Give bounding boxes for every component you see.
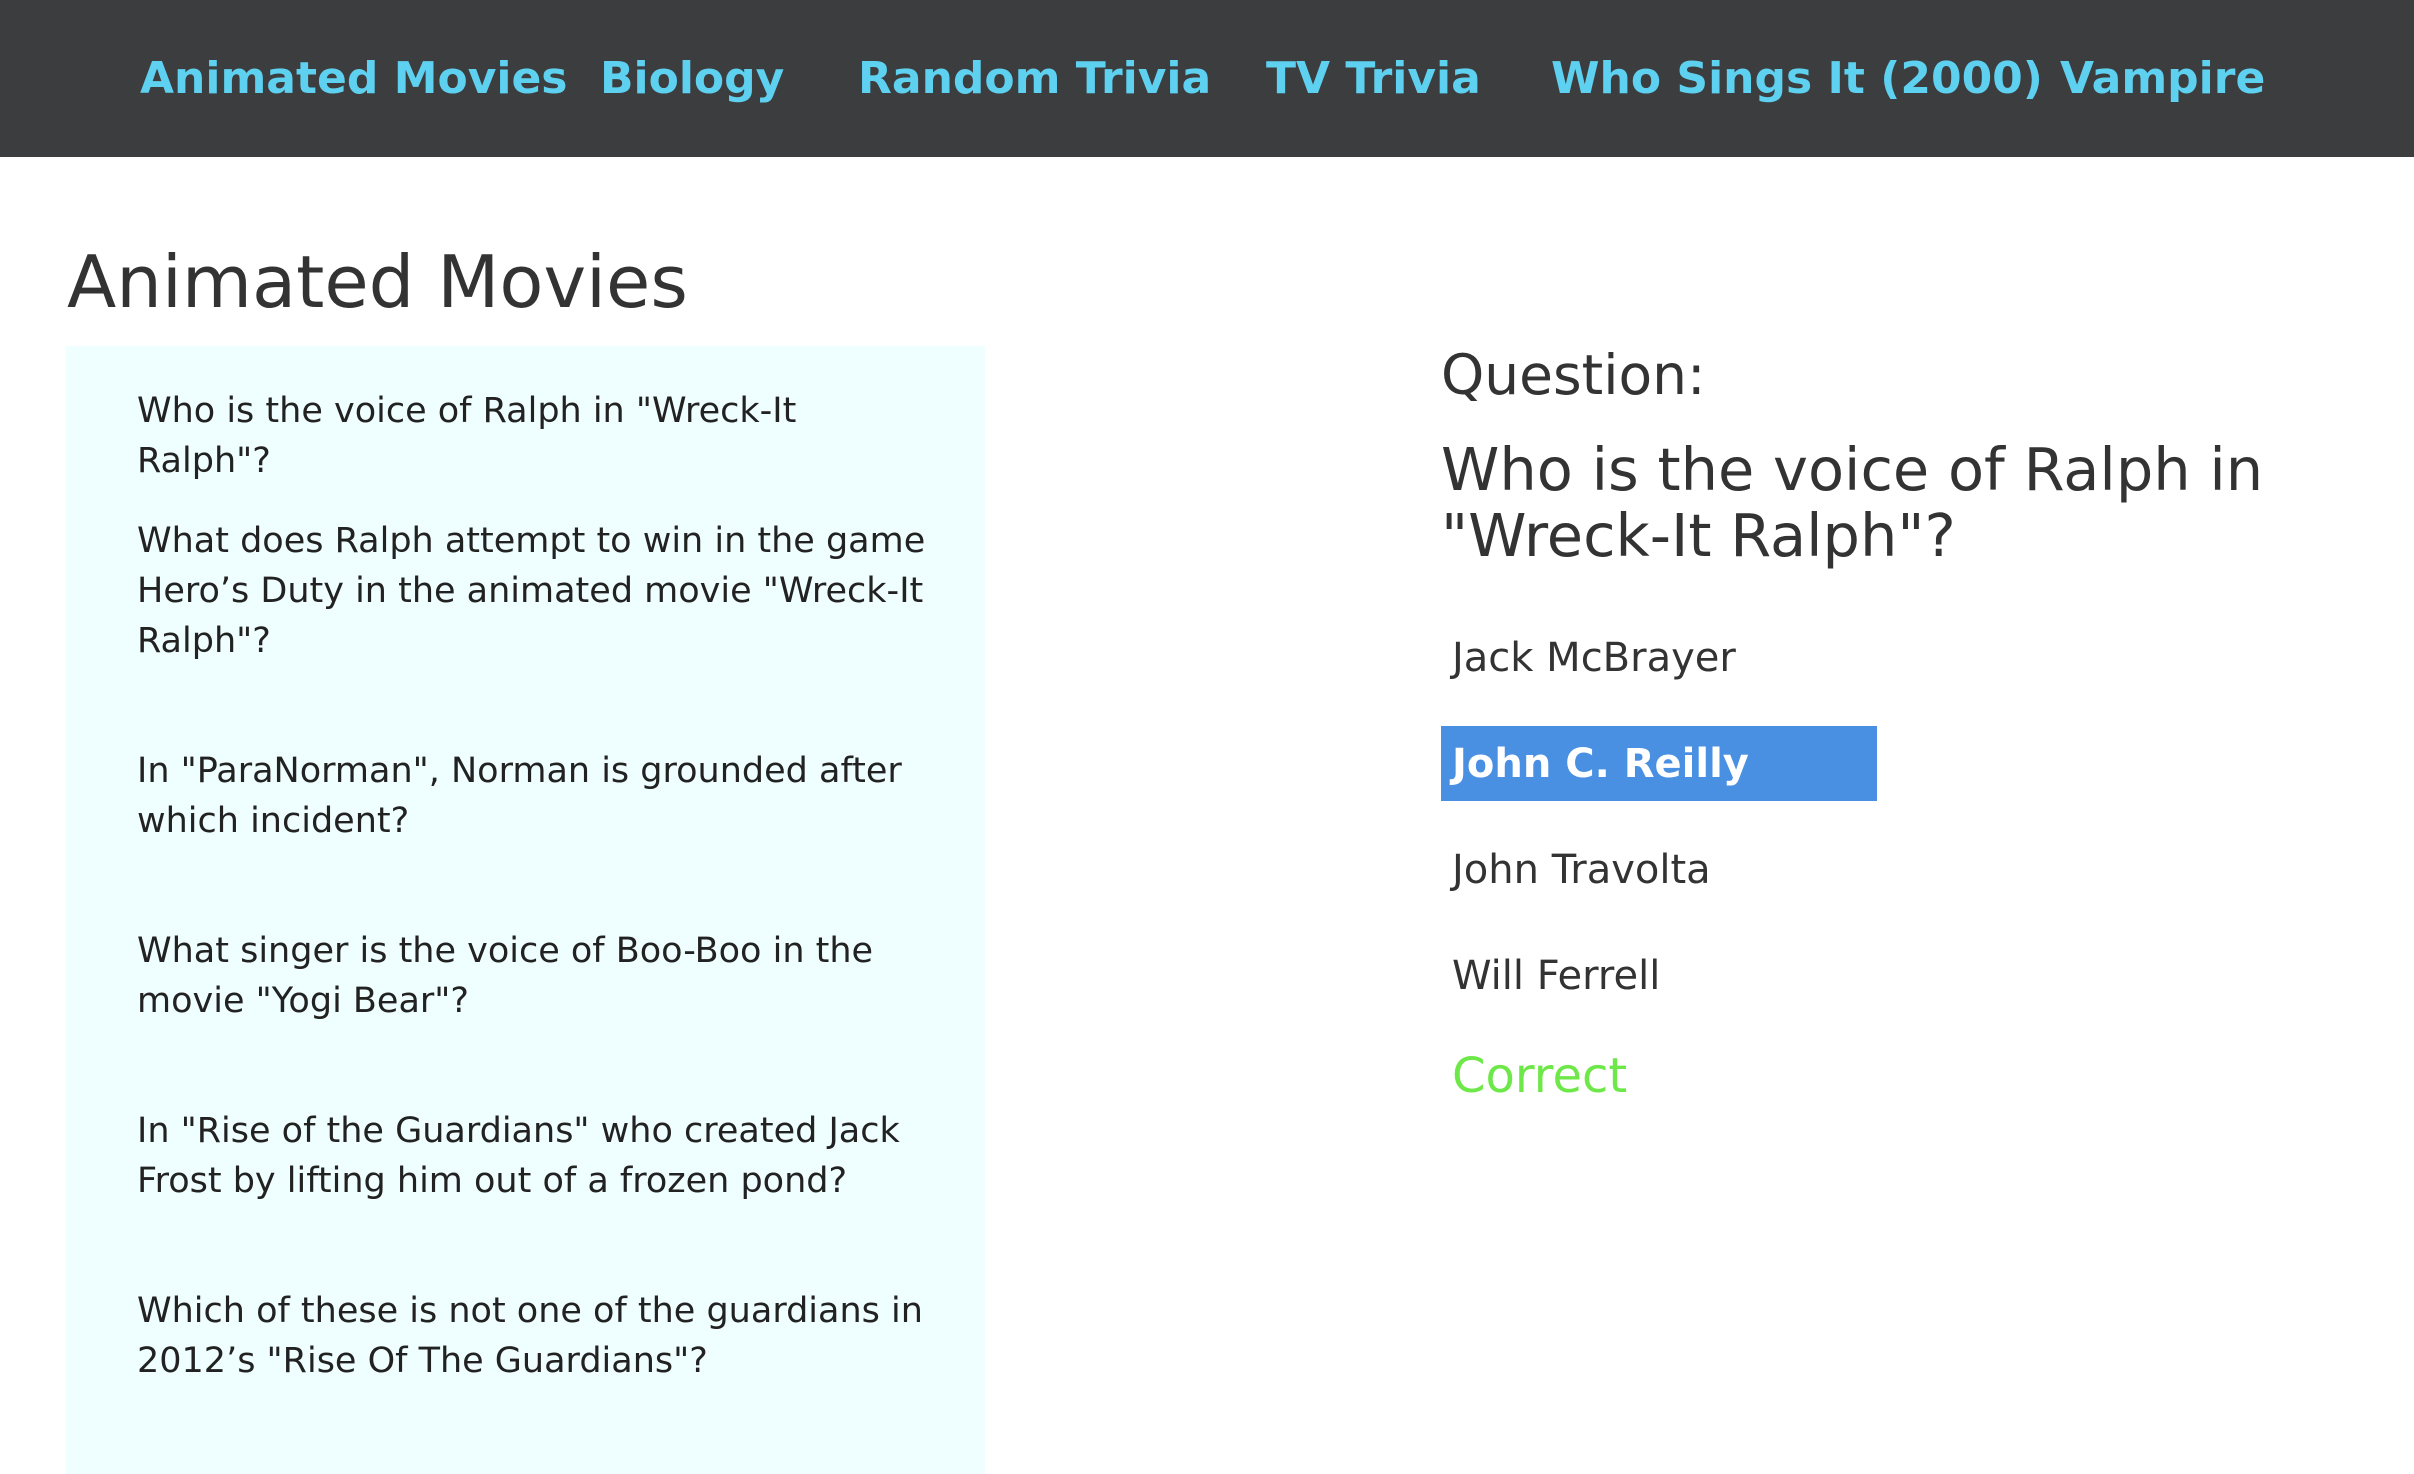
nav-link-who-sings-it[interactable]: Who Sings It (2000) bbox=[1551, 0, 2043, 157]
category-title: Animated Movies bbox=[67, 240, 688, 324]
question-list-item[interactable]: In "ParaNorman", Norman is grounded afte… bbox=[137, 746, 927, 846]
answer-result: Correct bbox=[1452, 1048, 1628, 1104]
question-list-item[interactable]: Who is the voice of Ralph in "Wreck-It R… bbox=[137, 386, 927, 486]
question-list-item[interactable]: In "Rise of the Guardians" who created J… bbox=[137, 1106, 927, 1206]
question-heading: Question: bbox=[1441, 343, 1706, 407]
current-question-text: Who is the voice of Ralph in "Wreck-It R… bbox=[1441, 435, 2264, 570]
question-list-item[interactable]: What does Ralph attempt to win in the ga… bbox=[137, 516, 927, 666]
nav-link-vampire[interactable]: Vampire bbox=[2060, 0, 2265, 157]
top-navigation: Animated Movies Biology Random Trivia TV… bbox=[0, 0, 2414, 157]
question-list-item[interactable]: What singer is the voice of Boo-Boo in t… bbox=[137, 926, 927, 1026]
answer-option[interactable]: Will Ferrell bbox=[1441, 938, 1877, 1013]
trivia-page: Animated Movies Biology Random Trivia TV… bbox=[0, 0, 2414, 1474]
answer-option-selected[interactable]: John C. Reilly bbox=[1441, 726, 1877, 801]
answer-option[interactable]: John Travolta bbox=[1441, 832, 1877, 907]
nav-link-random-trivia[interactable]: Random Trivia bbox=[858, 0, 1211, 157]
answer-option[interactable]: Jack McBrayer bbox=[1441, 620, 1877, 695]
question-list-item[interactable]: Which of these is not one of the guardia… bbox=[137, 1286, 927, 1386]
nav-link-biology[interactable]: Biology bbox=[600, 0, 784, 157]
nav-link-tv-trivia[interactable]: TV Trivia bbox=[1266, 0, 1481, 157]
question-list: Who is the voice of Ralph in "Wreck-It R… bbox=[66, 346, 985, 1474]
nav-link-animated-movies[interactable]: Animated Movies bbox=[140, 0, 568, 157]
